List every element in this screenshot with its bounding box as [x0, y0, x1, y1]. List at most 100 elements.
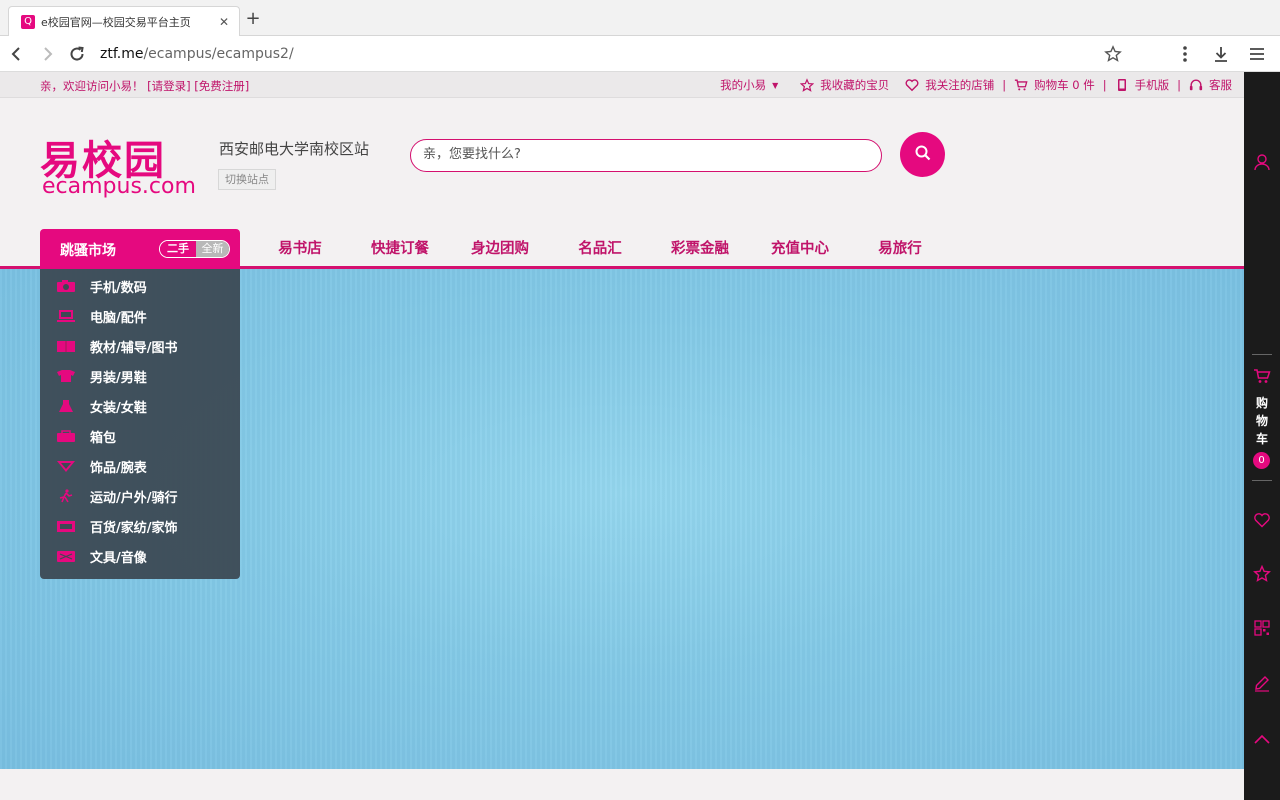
nav-item-bookstore[interactable]: 易书店	[250, 229, 350, 269]
divider	[1252, 480, 1272, 481]
category-label: 手机/数码	[90, 280, 147, 296]
browser-tab[interactable]: Q e校园官网—校园交易平台主页 ✕	[8, 6, 240, 36]
download-icon[interactable]	[1208, 41, 1234, 67]
login-link[interactable]: [请登录]	[147, 79, 190, 93]
stationery-icon	[56, 549, 76, 563]
qrcode-icon[interactable]	[1244, 613, 1280, 643]
toggle-used[interactable]: 二手	[160, 241, 196, 257]
camera-icon	[56, 279, 76, 293]
category-item-sports[interactable]: 运动/户外/骑行	[40, 481, 240, 511]
back-arrow-icon[interactable]	[2, 39, 32, 69]
browser-toolbar: ztf.me/ecampus/ecampus2/	[0, 36, 1280, 72]
cart-char-3[interactable]: 车	[1244, 430, 1280, 448]
heart-icon[interactable]	[1244, 505, 1280, 535]
bag-icon	[56, 429, 76, 443]
main-nav: 跳骚市场 二手 全新 易书店 快捷订餐 身边团购 名品汇 彩票金融 充值中心 易…	[0, 229, 1244, 269]
shirt-icon	[56, 369, 76, 383]
cart-icon[interactable]	[1244, 362, 1280, 390]
forward-arrow-icon[interactable]	[32, 39, 62, 69]
favorites-link[interactable]: 我收藏的宝贝	[786, 77, 897, 93]
category-item-digital[interactable]: 手机/数码	[40, 271, 240, 301]
used-new-toggle[interactable]: 二手 全新	[159, 240, 230, 258]
cart-icon	[1014, 78, 1028, 92]
search-icon	[914, 144, 932, 165]
toggle-new[interactable]: 全新	[196, 241, 229, 257]
close-tab-icon[interactable]: ✕	[217, 15, 231, 29]
search-button[interactable]	[900, 132, 945, 177]
top-links: 我的小易 ▼ 我收藏的宝贝 我关注的店铺 | 购物车 0 件 | 手机版 | 客…	[712, 77, 1240, 93]
mobile-label: 手机版	[1134, 78, 1170, 92]
category-label: 女装/女鞋	[90, 400, 147, 416]
tab-title: e校园官网—校园交易平台主页	[41, 15, 191, 29]
star-icon	[800, 77, 815, 92]
category-item-books[interactable]: 教材/辅导/图书	[40, 331, 240, 361]
bookmark-star-icon[interactable]	[1100, 41, 1126, 67]
mobile-link[interactable]: 手机版	[1107, 77, 1178, 93]
category-label: 男装/男鞋	[90, 370, 147, 386]
cart-link[interactable]: 购物车 0 件	[1006, 77, 1103, 93]
hamburger-menu-icon[interactable]	[1244, 41, 1270, 67]
nav-item-travel[interactable]: 易旅行	[850, 229, 950, 269]
menu-dots-icon[interactable]	[1172, 41, 1198, 67]
switch-site-button[interactable]: 切换站点	[218, 169, 276, 190]
site-logo[interactable]: 易校园 ecampus.com	[40, 128, 196, 212]
flea-market-tab[interactable]: 跳骚市场 二手 全新	[40, 229, 240, 269]
home-icon	[56, 519, 76, 533]
nav-item-recharge[interactable]: 充值中心	[750, 229, 850, 269]
book-icon	[56, 339, 76, 353]
new-tab-icon[interactable]: +	[244, 10, 262, 28]
campus-site-name: 西安邮电大学南校区站	[219, 140, 370, 158]
category-label: 文具/音像	[90, 550, 147, 566]
heart-icon	[905, 78, 919, 92]
category-item-stationery[interactable]: 文具/音像	[40, 541, 240, 571]
category-item-jewelry[interactable]: 饰品/腕表	[40, 451, 240, 481]
laptop-icon	[56, 309, 76, 323]
register-link[interactable]: [免费注册]	[194, 79, 249, 93]
search-input[interactable]: 亲，您要找什么?	[410, 139, 882, 172]
favorites-label: 我收藏的宝贝	[820, 78, 890, 92]
followed-shops-label: 我关注的店铺	[925, 78, 995, 92]
category-item-home[interactable]: 百货/家纺/家饰	[40, 511, 240, 541]
followed-shops-link[interactable]: 我关注的店铺	[897, 77, 1002, 93]
mobile-phone-icon	[1115, 78, 1129, 92]
logo-english: ecampus.com	[42, 174, 196, 199]
edit-pencil-icon[interactable]	[1244, 668, 1280, 698]
back-to-top-icon[interactable]	[1244, 724, 1280, 754]
headset-icon	[1189, 78, 1203, 92]
category-label: 饰品/腕表	[90, 460, 147, 476]
service-link[interactable]: 客服	[1181, 77, 1240, 93]
category-menu: 手机/数码 电脑/配件 教材/辅导/图书 男装/男鞋 女装/女鞋 箱包 饰品/腕…	[40, 269, 240, 579]
nav-items: 易书店 快捷订餐 身边团购 名品汇 彩票金融 充值中心 易旅行	[250, 229, 950, 269]
category-label: 百货/家纺/家饰	[90, 520, 178, 536]
my-account-dropdown[interactable]: 我的小易 ▼	[712, 77, 786, 93]
reload-icon[interactable]	[62, 39, 92, 69]
right-toolbar: 购 物 车 0	[1244, 72, 1280, 800]
site-top-bar: 亲，欢迎访问小易！ [请登录] [免费注册] 我的小易 ▼ 我收藏的宝贝 我关注…	[0, 72, 1244, 98]
service-label: 客服	[1209, 78, 1232, 92]
flea-market-label: 跳骚市场	[60, 243, 116, 259]
divider	[1252, 354, 1272, 355]
cart-char-1[interactable]: 购	[1244, 394, 1280, 412]
browser-tab-bar: Q e校园官网—校园交易平台主页 ✕ +	[0, 0, 1280, 36]
category-item-computer[interactable]: 电脑/配件	[40, 301, 240, 331]
category-label: 教材/辅导/图书	[90, 340, 178, 356]
category-item-menswear[interactable]: 男装/男鞋	[40, 361, 240, 391]
cart-label: 购物车 0 件	[1034, 78, 1095, 92]
star-icon[interactable]	[1244, 559, 1280, 589]
category-item-bags[interactable]: 箱包	[40, 421, 240, 451]
my-account-label: 我的小易	[720, 78, 767, 92]
category-item-womenswear[interactable]: 女装/女鞋	[40, 391, 240, 421]
dress-icon	[56, 399, 76, 413]
cart-char-2[interactable]: 物	[1244, 412, 1280, 430]
cart-count-badge: 0	[1253, 452, 1270, 469]
nav-item-lottery-finance[interactable]: 彩票金融	[650, 229, 750, 269]
jewelry-icon	[56, 459, 76, 473]
nav-item-food-order[interactable]: 快捷订餐	[350, 229, 450, 269]
address-bar[interactable]: ztf.me/ecampus/ecampus2/	[100, 39, 1100, 69]
site-favicon-icon: Q	[21, 14, 35, 29]
user-icon[interactable]	[1244, 147, 1280, 177]
greeting-text: 亲，欢迎访问小易！	[40, 79, 144, 93]
nav-item-brands[interactable]: 名品汇	[550, 229, 650, 269]
nav-item-group-buy[interactable]: 身边团购	[450, 229, 550, 269]
